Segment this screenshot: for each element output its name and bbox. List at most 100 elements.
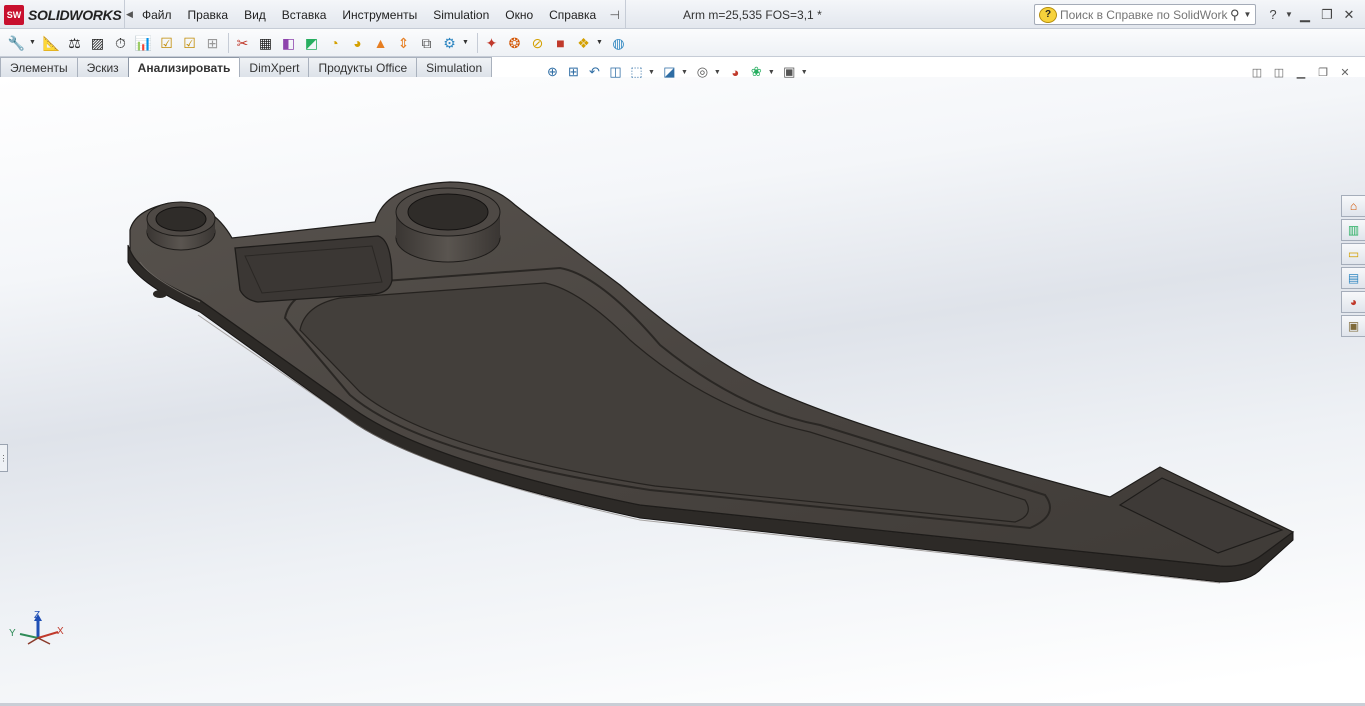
menu-bar: Файл Правка Вид Вставка Инструменты Simu…	[134, 0, 627, 29]
zoom-to-area-icon[interactable]: ⊞	[564, 63, 583, 82]
design-checker-icon[interactable]: ⚙	[439, 32, 460, 53]
reference-triad: Z X Y	[9, 610, 64, 645]
hide-show-items-icon[interactable]: ◎	[693, 63, 712, 82]
sustainability-icon[interactable]: ❖	[573, 32, 594, 53]
close-window-icon[interactable]: ✕	[1338, 4, 1360, 26]
document-title: Arm m=25,535 FOS=3,1 *	[683, 8, 822, 22]
previous-view-icon[interactable]: ↶	[585, 63, 604, 82]
tile-vertical-icon[interactable]: ◫	[1268, 64, 1290, 80]
custom-properties-icon[interactable]: ▣	[1341, 315, 1365, 337]
apply-scene-icon[interactable]: ❀	[747, 63, 766, 82]
thickness-analysis-icon[interactable]: ▲	[370, 32, 391, 53]
chevron-down-icon[interactable]: ▼	[801, 69, 808, 76]
compare-documents-icon[interactable]: ⧉	[416, 32, 437, 53]
chevron-down-icon[interactable]: ▼	[1284, 4, 1294, 26]
tab-office-products[interactable]: Продукты Office	[308, 57, 418, 77]
solidworks-logo[interactable]: SW SOLIDWORKS	[0, 0, 124, 29]
tab-evaluate[interactable]: Анализировать	[127, 57, 241, 78]
menu-file[interactable]: Файл	[134, 0, 180, 29]
command-manager-tabs: Элементы Эскиз Анализировать DimXpert Пр…	[0, 57, 493, 78]
minimize-document-icon[interactable]: ▁	[1290, 64, 1312, 80]
view-orientation-icon[interactable]: ⬚	[627, 63, 646, 82]
import-diagnostics-icon[interactable]: ⊞	[202, 32, 223, 53]
title-bar: SW SOLIDWORKS ◀ Файл Правка Вид Вставка …	[0, 0, 1365, 29]
geometry-analysis-icon[interactable]: ☑	[179, 32, 200, 53]
menu-view[interactable]: Вид	[236, 0, 274, 29]
chevron-down-icon[interactable]: ▼	[714, 69, 721, 76]
task-pane-tabs: ⌂ ▥ ▭ ▤ ◕ ▣	[1341, 195, 1365, 339]
triad-z-label: Z	[34, 610, 40, 621]
menu-window[interactable]: Окно	[497, 0, 541, 29]
deviation-analysis-icon[interactable]: ✂	[232, 32, 253, 53]
measure-icon[interactable]: 📐	[41, 32, 62, 53]
chevron-down-icon[interactable]: ▼	[648, 69, 655, 76]
menu-edit[interactable]: Правка	[180, 0, 237, 29]
display-style-icon[interactable]: ◪	[660, 63, 679, 82]
restore-window-icon[interactable]: ❐	[1316, 4, 1338, 26]
curvature-icon[interactable]: ◧	[278, 32, 299, 53]
triad-x-axis	[37, 631, 59, 639]
chevron-down-icon[interactable]: ▼	[29, 39, 37, 46]
help-menu-icon[interactable]: ?	[1262, 4, 1284, 26]
sensor-icon[interactable]: ⏱	[110, 32, 131, 53]
costing-icon[interactable]: ◍	[608, 32, 629, 53]
feature-manager-expand-handle[interactable]: ⋮	[0, 444, 8, 472]
statistics-icon[interactable]: 📊	[133, 32, 154, 53]
undercut-analysis-icon[interactable]: ◔	[324, 32, 345, 53]
simulationxpress-icon[interactable]: ✦	[481, 32, 502, 53]
search-icon[interactable]: ⚲	[1230, 7, 1240, 23]
menu-collapse-arrow-icon[interactable]: ◀	[124, 0, 134, 29]
zebra-stripes-icon[interactable]: ▦	[255, 32, 276, 53]
chevron-down-icon[interactable]: ▼	[1244, 10, 1252, 19]
menu-help[interactable]: Справка	[541, 0, 604, 29]
help-question-icon: ?	[1039, 6, 1057, 23]
triad-y-label: Y	[9, 628, 16, 639]
tab-dimxpert[interactable]: DimXpert	[239, 57, 310, 77]
chevron-down-icon[interactable]: ▼	[462, 39, 470, 46]
help-search-box[interactable]: ? ⚲ ▼	[1034, 4, 1256, 25]
chevron-down-icon[interactable]: ▼	[681, 69, 688, 76]
floxpress-icon[interactable]: ❂	[504, 32, 525, 53]
section-properties-icon[interactable]: ▨	[87, 32, 108, 53]
section-view-icon[interactable]: ◫	[606, 63, 625, 82]
solidworks-logo-mark: SW	[4, 4, 24, 25]
menu-insert[interactable]: Вставка	[274, 0, 335, 29]
triad-x-label: X	[57, 626, 64, 637]
parting-line-analysis-icon[interactable]: ◕	[347, 32, 368, 53]
dfmxpress-icon[interactable]: ■	[550, 32, 571, 53]
solidworks-logo-text: SOLIDWORKS	[28, 6, 122, 23]
file-explorer-icon[interactable]: ▭	[1341, 243, 1365, 265]
menu-tools[interactable]: Инструменты	[334, 0, 425, 29]
triad-y-axis	[19, 633, 39, 639]
mass-properties-icon[interactable]: ⚖	[64, 32, 85, 53]
options-icon[interactable]: 🔧	[6, 32, 27, 53]
view-palette-icon[interactable]: ▤	[1341, 267, 1365, 289]
close-document-icon[interactable]: ✕	[1334, 64, 1356, 80]
pin-menu-icon[interactable]: ⊣	[604, 0, 627, 29]
zoom-to-fit-icon[interactable]: ⊕	[543, 63, 562, 82]
part-model[interactable]	[0, 77, 1365, 703]
symmetry-check-icon[interactable]: ⇕	[393, 32, 414, 53]
driveworksxpress-icon[interactable]: ⊘	[527, 32, 548, 53]
menu-simulation[interactable]: Simulation	[425, 0, 497, 29]
graphics-area[interactable]: ⌂ ▥ ▭ ▤ ◕ ▣ ⋮	[0, 77, 1365, 703]
chevron-down-icon[interactable]: ▼	[596, 39, 604, 46]
design-library-icon[interactable]: ▥	[1341, 219, 1365, 241]
help-search-input[interactable]	[1060, 7, 1228, 22]
view-settings-icon[interactable]: ▣	[780, 63, 799, 82]
solidworks-resources-icon[interactable]: ⌂	[1341, 195, 1365, 217]
minimize-window-icon[interactable]: ▁	[1294, 4, 1316, 26]
draft-analysis-icon[interactable]: ◩	[301, 32, 322, 53]
chevron-down-icon[interactable]: ▼	[768, 69, 775, 76]
appearances-icon[interactable]: ◕	[1341, 291, 1365, 313]
tab-simulation[interactable]: Simulation	[416, 57, 493, 77]
heads-up-view-toolbar: ⊕ ⊞ ↶ ◫ ⬚ ▼ ◪ ▼ ◎ ▼ ◕ ❀ ▼ ▣ ▼	[543, 62, 813, 82]
restore-document-icon[interactable]: ❐	[1312, 64, 1334, 80]
tab-features[interactable]: Элементы	[0, 57, 78, 77]
check-icon[interactable]: ☑	[156, 32, 177, 53]
tile-horizontal-icon[interactable]: ◫	[1246, 64, 1268, 80]
tab-sketch[interactable]: Эскиз	[76, 57, 129, 77]
part-top-face	[129, 181, 1295, 567]
edit-appearance-icon[interactable]: ◕	[726, 63, 745, 82]
part-hole-small	[155, 206, 207, 232]
